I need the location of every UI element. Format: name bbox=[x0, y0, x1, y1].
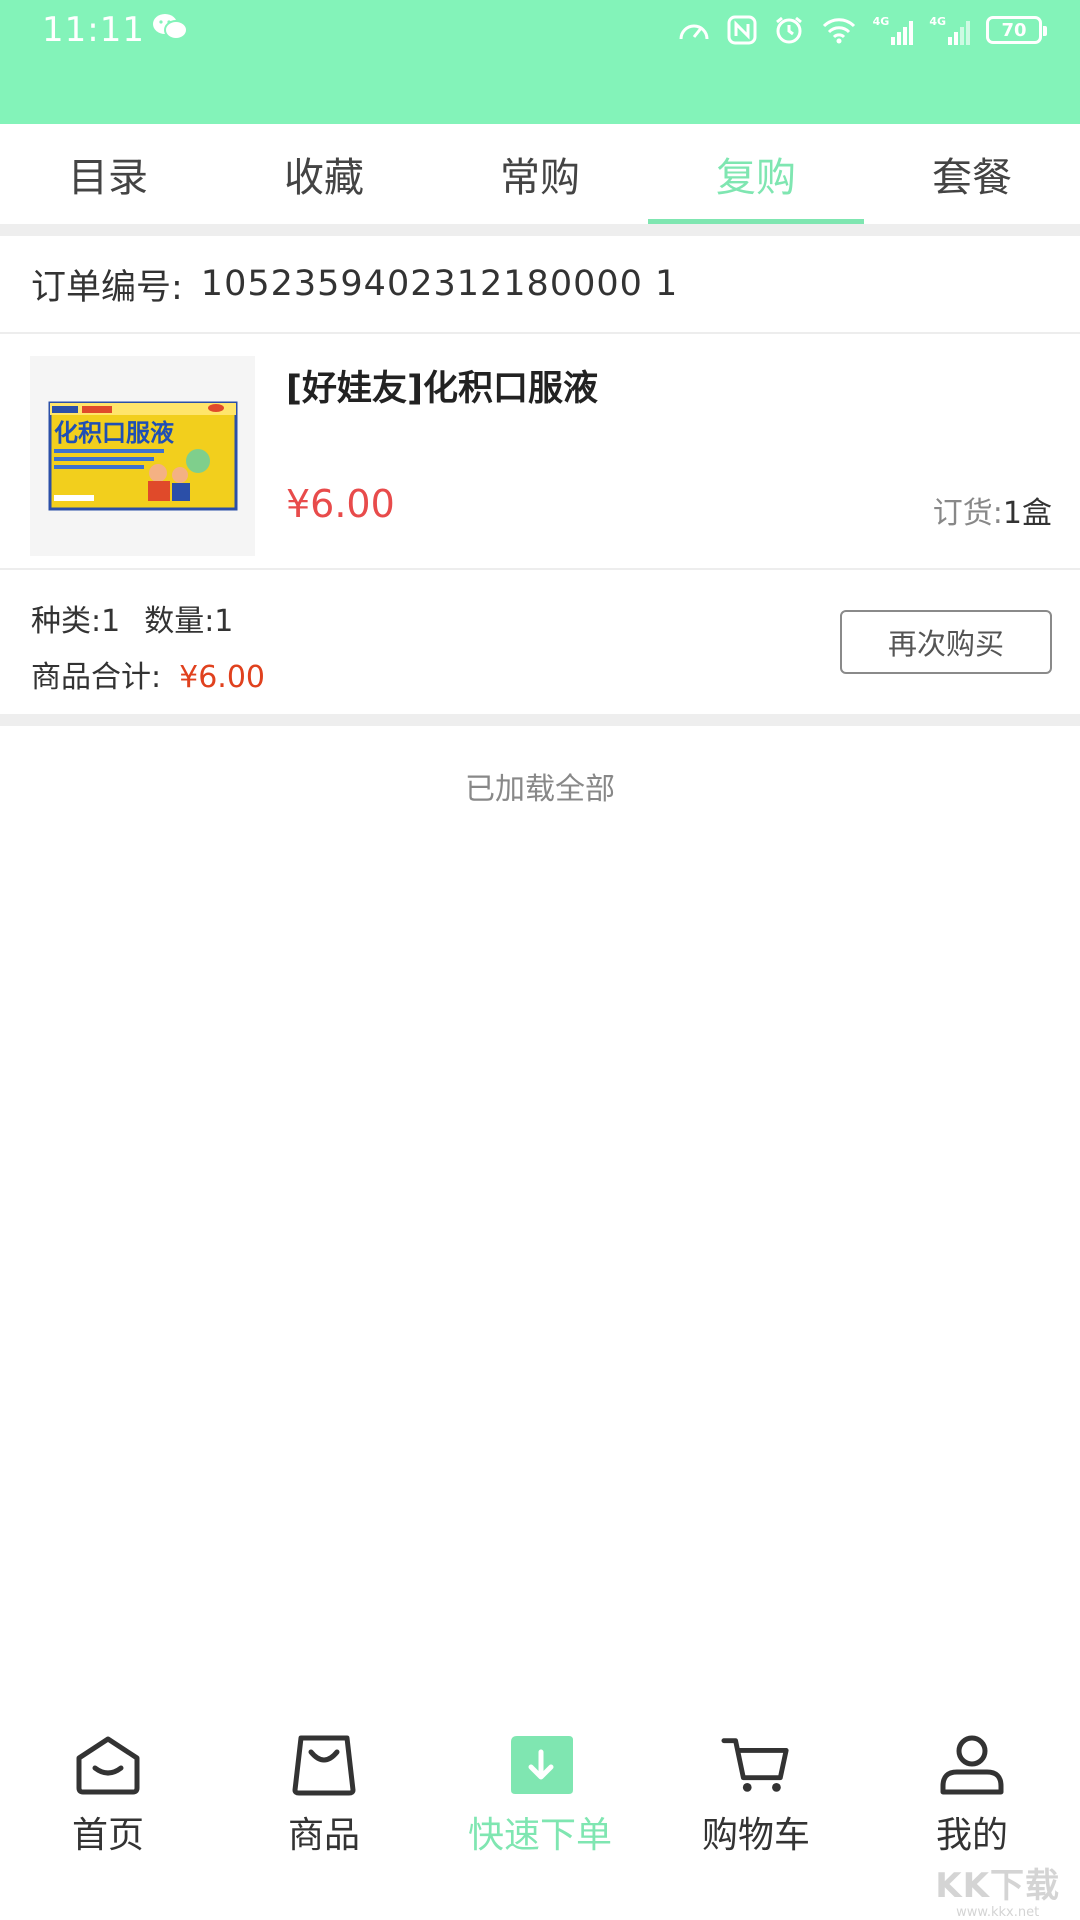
nav-home[interactable]: 首页 bbox=[0, 1720, 216, 1860]
alarm-icon bbox=[775, 16, 802, 44]
watermark-logo: KK下载 bbox=[935, 1866, 1060, 1906]
order-qty-label: 订货: bbox=[932, 496, 1003, 531]
tab-favorites[interactable]: 收藏 bbox=[216, 124, 432, 224]
watermark-url: www.kkx.net bbox=[956, 1905, 1040, 1920]
shopping-bag-icon bbox=[288, 1732, 360, 1798]
nav-mine-label: 我的 bbox=[935, 1815, 1008, 1856]
tab-catalog[interactable]: 目录 bbox=[0, 124, 216, 224]
nav-home-label: 首页 bbox=[71, 1815, 144, 1856]
tab-rebuy[interactable]: 复购 bbox=[648, 124, 864, 224]
cart-icon bbox=[720, 1732, 792, 1798]
order-number: 1052359402312180000 1 bbox=[200, 264, 679, 304]
wechat-icon bbox=[152, 12, 188, 46]
order-qty-value: 1盒 bbox=[1002, 496, 1052, 531]
order-number-row: 订单编号: 1052359402312180000 1 bbox=[0, 236, 1080, 334]
order-number-label: 订单编号: bbox=[31, 267, 183, 308]
product-price: ¥6.00 bbox=[286, 482, 395, 526]
tab-packages[interactable]: 套餐 bbox=[864, 124, 1080, 224]
svg-text:化积口服液: 化积口服液 bbox=[54, 419, 174, 447]
battery-level: 70 bbox=[1001, 19, 1027, 41]
category-tabs: 目录 收藏 常购 复购 套餐 bbox=[0, 124, 1080, 224]
summary-counts: 种类:1 数量:1 bbox=[31, 596, 233, 640]
page: 11:11 4G 4G 70 目录 收藏 常购 复购 套餐 订单编号: 1052… bbox=[0, 0, 1080, 1920]
product-order-qty: 订货:1盒 bbox=[933, 488, 1052, 532]
nav-mine[interactable]: 我的 bbox=[864, 1720, 1080, 1860]
quick-order-icon bbox=[504, 1732, 576, 1798]
divider bbox=[0, 714, 1080, 726]
product-image: 化积口服液 bbox=[30, 356, 255, 556]
app-header: 11:11 4G 4G 70 bbox=[0, 0, 1080, 124]
nav-products[interactable]: 商品 bbox=[216, 1720, 432, 1860]
total-amount: ¥6.00 bbox=[179, 660, 265, 695]
total-label: 商品合计: bbox=[31, 660, 162, 695]
divider bbox=[0, 224, 1080, 236]
nav-quick-order-label: 快速下单 bbox=[467, 1815, 612, 1856]
rebuy-button[interactable]: 再次购买 bbox=[840, 610, 1052, 674]
summary-count: 数量:1 bbox=[144, 604, 234, 639]
user-icon bbox=[936, 1732, 1008, 1798]
signal-2-icon: 4G bbox=[929, 15, 970, 45]
product-name: [好娃友]化积口服液 bbox=[286, 369, 598, 409]
home-icon bbox=[72, 1732, 144, 1798]
nfc-icon bbox=[727, 15, 757, 45]
status-time: 11:11 bbox=[42, 10, 145, 50]
signal-1-icon: 4G bbox=[873, 15, 914, 45]
nav-cart-label: 购物车 bbox=[701, 1815, 810, 1856]
nav-cart[interactable]: 购物车 bbox=[648, 1720, 864, 1860]
nav-products-label: 商品 bbox=[287, 1815, 360, 1856]
status-icons: 4G 4G 70 bbox=[677, 10, 1047, 50]
summary-kinds: 种类:1 bbox=[31, 604, 121, 639]
wifi-icon bbox=[822, 18, 855, 44]
order-product-row[interactable]: 化积口服液 [好娃友]化积口服液 ¥6.00 订货:1盒 bbox=[0, 336, 1080, 570]
summary-total: 商品合计: ¥6.00 bbox=[31, 652, 265, 696]
nav-quick-order[interactable]: 快速下单 bbox=[432, 1720, 648, 1860]
tab-frequent[interactable]: 常购 bbox=[432, 124, 648, 224]
speed-icon bbox=[679, 24, 709, 40]
bottom-nav: 首页 商品 快速下单 购物车 我的 bbox=[0, 1720, 1080, 1860]
watermark: KK下载 www.kkx.net bbox=[935, 1858, 1060, 1920]
list-end-text: 已加载全部 bbox=[465, 772, 615, 807]
battery-icon: 70 bbox=[986, 16, 1047, 44]
order-summary: 种类:1 数量:1 商品合计: ¥6.00 再次购买 bbox=[0, 572, 1080, 714]
